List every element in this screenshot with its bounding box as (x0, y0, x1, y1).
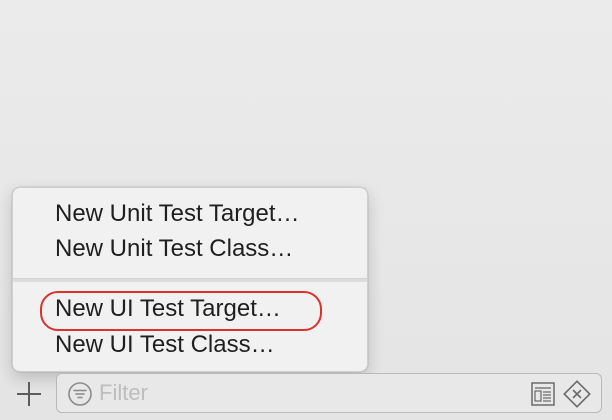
menu-item-new-ui-test-target[interactable]: New UI Test Target… (55, 292, 281, 326)
clear-icon[interactable] (563, 380, 591, 408)
menu-item-new-unit-test-target[interactable]: New Unit Test Target… (55, 197, 300, 231)
filter-input[interactable] (99, 378, 499, 408)
filter-icon[interactable] (67, 381, 93, 407)
filter-field[interactable] (56, 373, 602, 413)
menu-item-new-unit-test-class[interactable]: New Unit Test Class… (55, 232, 293, 266)
add-test-popup-menu: New Unit Test Target… New Unit Test Clas… (12, 187, 368, 372)
menu-separator (13, 278, 367, 282)
menu-item-new-ui-test-class[interactable]: New UI Test Class… (55, 328, 275, 362)
add-button[interactable] (16, 381, 42, 407)
document-list-icon[interactable] (530, 380, 556, 408)
